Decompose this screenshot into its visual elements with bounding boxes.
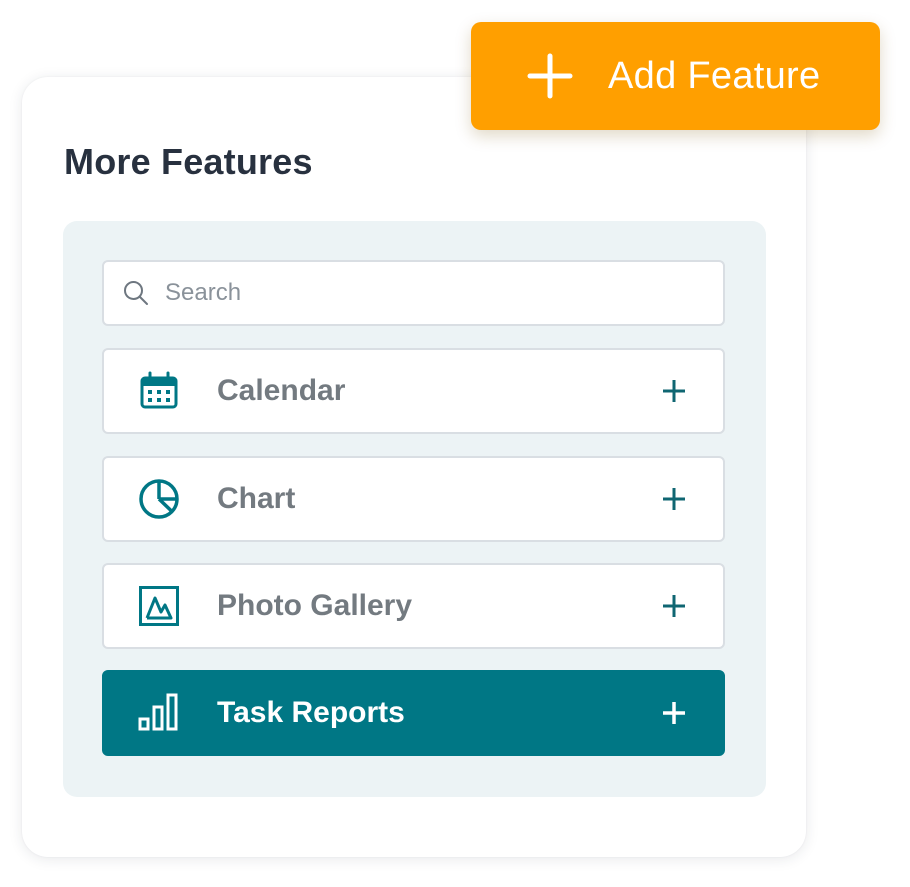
bar-chart-icon: [137, 691, 181, 735]
feature-item-label: Photo Gallery: [217, 589, 413, 622]
feature-item-label: Calendar: [217, 374, 346, 407]
add-task-reports-plus-icon[interactable]: [659, 698, 689, 728]
feature-item-photo-gallery[interactable]: Photo Gallery: [102, 563, 725, 649]
plus-icon: [525, 51, 575, 101]
add-feature-label: Add Feature: [608, 54, 821, 97]
more-features-card: More Features Search Calendar Chart Phot…: [22, 77, 806, 857]
feature-picker-screen: More Features Search Calendar Chart Phot…: [0, 0, 910, 887]
feature-item-label: Task Reports: [217, 696, 405, 729]
feature-item-calendar[interactable]: Calendar: [102, 348, 725, 434]
search-input[interactable]: [165, 279, 685, 307]
add-chart-plus-icon[interactable]: [659, 484, 689, 514]
add-feature-button[interactable]: Add Feature: [471, 22, 880, 130]
image-icon: [137, 584, 181, 628]
feature-item-task-reports[interactable]: Task Reports: [102, 670, 725, 756]
search-box[interactable]: [102, 260, 725, 326]
add-photo-gallery-plus-icon[interactable]: [659, 591, 689, 621]
feature-item-chart[interactable]: Chart: [102, 456, 725, 542]
feature-list-panel: Calendar Chart: [63, 221, 766, 797]
pie-chart-icon: [137, 477, 181, 521]
add-calendar-plus-icon[interactable]: [659, 376, 689, 406]
search-icon: [121, 278, 151, 308]
feature-item-label: Chart: [217, 482, 296, 515]
calendar-icon: [137, 369, 181, 413]
card-title: More Features: [64, 141, 313, 182]
